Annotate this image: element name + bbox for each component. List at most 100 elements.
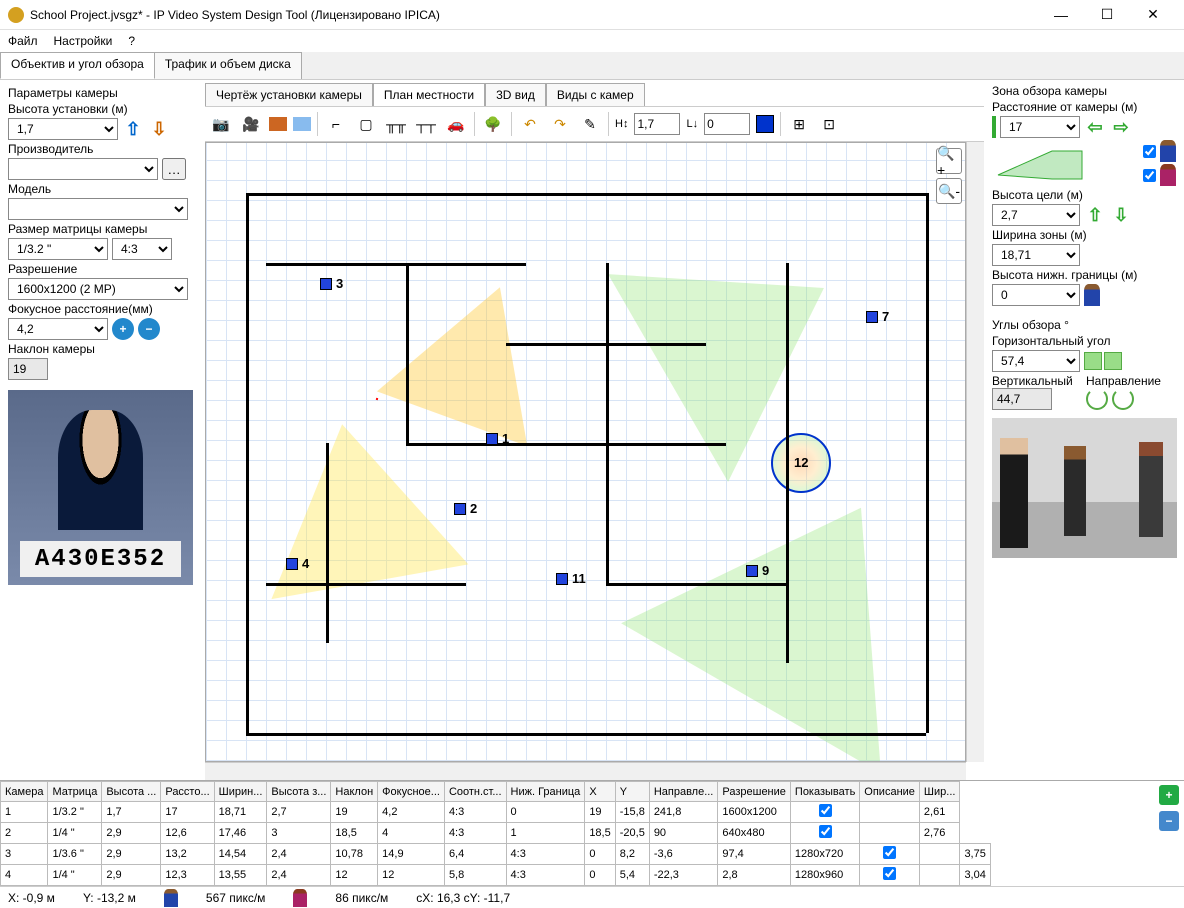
manufacturer-browse-button[interactable]: … <box>162 158 186 180</box>
manufacturer-select[interactable] <box>8 158 158 180</box>
tab-3d[interactable]: 3D вид <box>485 83 546 106</box>
table-add-button[interactable]: + <box>1159 785 1179 805</box>
show-female-checkbox[interactable] <box>1143 169 1156 182</box>
table-row[interactable]: 11/3.2 "1,71718,712,7194,24:3019-15,8241… <box>1 802 991 823</box>
tool-tree-icon[interactable]: 🌳 <box>481 112 505 136</box>
zone-width-select[interactable]: 18,71 <box>992 244 1080 266</box>
table-row[interactable]: 41/4 "2,912,313,552,412125,84:305,4-22,3… <box>1 865 991 886</box>
table-header[interactable]: Показывать <box>790 782 859 802</box>
tool-table-icon[interactable]: ┬┬ <box>414 112 438 136</box>
tab-traffic[interactable]: Трафик и объем диска <box>154 52 302 79</box>
target-height-select[interactable]: 2,7 <box>992 204 1080 226</box>
row-show-checkbox[interactable] <box>819 804 832 817</box>
tool-car-icon[interactable]: 🚗 <box>444 112 468 136</box>
floorplan-canvas[interactable]: 1 2 3 4 7 9 11 12 <box>205 142 966 762</box>
camera-table[interactable]: КамераМатрицаВысота ...Рассто...Ширин...… <box>0 781 991 886</box>
height-select[interactable]: 1,7 <box>8 118 118 140</box>
focal-minus-icon[interactable]: − <box>138 318 160 340</box>
table-header[interactable]: Матрица <box>48 782 102 802</box>
model-select[interactable] <box>8 198 188 220</box>
tool-fence-icon[interactable]: ╥╥ <box>384 112 408 136</box>
show-male-checkbox[interactable] <box>1143 145 1156 158</box>
tool-eraser-icon[interactable]: ✎ <box>578 112 602 136</box>
resolution-select[interactable]: 1600x1200 (2 MP) <box>8 278 188 300</box>
table-header[interactable]: Рассто... <box>161 782 214 802</box>
table-header[interactable]: Ширин... <box>214 782 267 802</box>
menu-help[interactable]: ? <box>128 34 135 48</box>
tool-box-icon[interactable] <box>293 117 311 131</box>
table-header[interactable]: Наклон <box>331 782 378 802</box>
target-up-icon[interactable]: ⇧ <box>1084 204 1106 226</box>
tab-camera-views[interactable]: Виды с камер <box>546 83 645 106</box>
row-show-checkbox[interactable] <box>883 846 896 859</box>
rotate-cw-icon[interactable] <box>1112 388 1134 410</box>
row-show-checkbox[interactable] <box>819 825 832 838</box>
target-down-icon[interactable]: ⇩ <box>1110 204 1132 226</box>
height-up-icon[interactable]: ⇧ <box>122 118 144 140</box>
camera-marker-3[interactable] <box>320 278 332 290</box>
zone-diagram-icon <box>992 143 1092 183</box>
aspect-select[interactable]: 4:3 <box>112 238 172 260</box>
focal-plus-icon[interactable]: + <box>112 318 134 340</box>
canvas-vscroll[interactable] <box>966 142 984 762</box>
vert-angle-input[interactable] <box>992 388 1052 410</box>
table-row[interactable]: 21/4 "2,912,617,46318,544:3118,5-20,5906… <box>1 823 991 844</box>
camera-marker-11[interactable] <box>556 573 568 585</box>
table-remove-button[interactable]: − <box>1159 811 1179 831</box>
close-button[interactable]: ✕ <box>1130 0 1176 30</box>
distance-select[interactable]: 17 <box>1000 116 1080 138</box>
tilt-input[interactable] <box>8 358 48 380</box>
canvas-hscroll[interactable] <box>205 762 966 780</box>
toolbar-color-swatch[interactable] <box>756 115 774 133</box>
menu-file[interactable]: Файл <box>8 34 38 48</box>
angle-expand-icon[interactable] <box>1084 352 1102 370</box>
camera-marker-1[interactable] <box>486 433 498 445</box>
table-header[interactable]: Ниж. Граница <box>506 782 585 802</box>
camera-marker-9[interactable] <box>746 565 758 577</box>
table-header[interactable]: Фокусное... <box>378 782 445 802</box>
toolbar-length-input[interactable] <box>704 113 750 135</box>
distance-left-icon[interactable]: ⇦ <box>1084 116 1106 138</box>
table-header[interactable]: Высота ... <box>102 782 161 802</box>
lower-bound-select[interactable]: 0 <box>992 284 1080 306</box>
table-header[interactable]: Описание <box>860 782 920 802</box>
tool-wall-icon[interactable] <box>269 117 287 131</box>
table-header[interactable]: Y <box>615 782 649 802</box>
toolbar-grid2-icon[interactable]: ⊡ <box>817 112 841 136</box>
undo-icon[interactable]: ↶ <box>518 112 542 136</box>
table-header[interactable]: Разрешение <box>718 782 791 802</box>
sensor-select[interactable]: 1/3.2 " <box>8 238 108 260</box>
camera-marker-7[interactable] <box>866 311 878 323</box>
distance-right-icon[interactable]: ⇨ <box>1110 116 1132 138</box>
horiz-angle-select[interactable]: 57,4 <box>992 350 1080 372</box>
table-header[interactable]: X <box>585 782 615 802</box>
toolbar-height-input[interactable] <box>634 113 680 135</box>
camera-marker-2[interactable] <box>454 503 466 515</box>
tab-siteplan[interactable]: План местности <box>373 83 485 106</box>
maximize-button[interactable]: ☐ <box>1084 0 1130 30</box>
rotate-ccw-icon[interactable] <box>1086 388 1108 410</box>
height-down-icon[interactable]: ⇩ <box>148 118 170 140</box>
table-header[interactable]: Соотн.ст... <box>444 782 506 802</box>
camera-marker-4[interactable] <box>286 558 298 570</box>
toolbar-grid1-icon[interactable]: ⊞ <box>787 112 811 136</box>
tool-door-icon[interactable]: ⌐ <box>324 112 348 136</box>
redo-icon[interactable]: ↷ <box>548 112 572 136</box>
tab-lens[interactable]: Объектив и угол обзора <box>0 52 155 79</box>
row-show-checkbox[interactable] <box>883 867 896 880</box>
table-header[interactable]: Высота з... <box>267 782 331 802</box>
focal-select[interactable]: 4,2 <box>8 318 108 340</box>
zoom-out-button[interactable]: 🔍- <box>936 178 962 204</box>
table-header[interactable]: Шир... <box>919 782 960 802</box>
menu-settings[interactable]: Настройки <box>54 34 113 48</box>
table-row[interactable]: 31/3.6 "2,913,214,542,410,7814,96,44:308… <box>1 844 991 865</box>
minimize-button[interactable]: — <box>1038 0 1084 30</box>
tool-camera2-icon[interactable]: 🎥 <box>239 112 263 136</box>
tab-drawing[interactable]: Чертёж установки камеры <box>205 83 373 106</box>
tool-window-icon[interactable]: ▢ <box>354 112 378 136</box>
table-header[interactable]: Направле... <box>649 782 718 802</box>
tool-camera-icon[interactable]: 📷 <box>209 112 233 136</box>
zoom-in-button[interactable]: 🔍+ <box>936 148 962 174</box>
angle-contract-icon[interactable] <box>1104 352 1122 370</box>
table-header[interactable]: Камера <box>1 782 48 802</box>
